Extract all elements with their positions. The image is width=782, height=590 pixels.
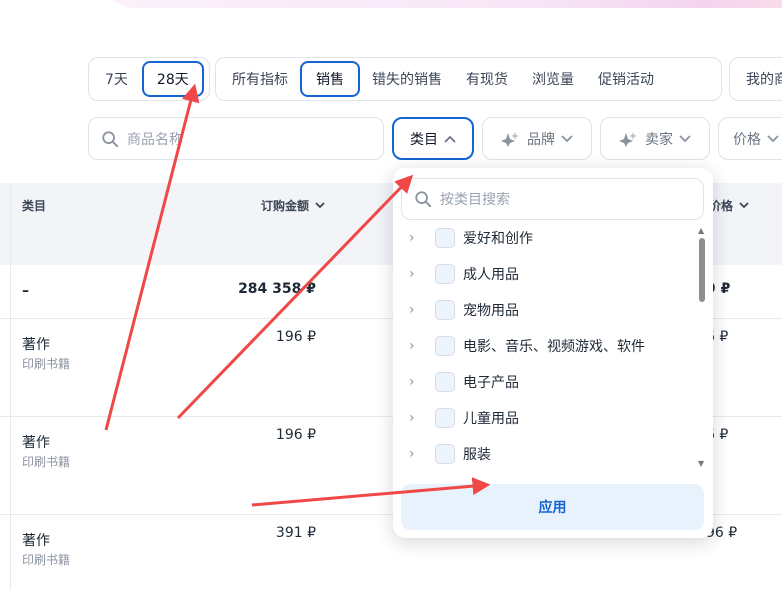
category-checkbox[interactable]: [435, 408, 455, 428]
category-option-label: 宠物用品: [463, 303, 519, 319]
total-category: –: [22, 283, 29, 299]
chevron-down-icon: [767, 134, 779, 142]
category-search-input[interactable]: 按类目搜索: [401, 178, 704, 220]
product-search-input[interactable]: 商品名称: [88, 117, 384, 160]
tab-28-days[interactable]: 28天: [141, 61, 204, 97]
row-order-amount: 391 ₽: [275, 525, 316, 541]
tab-views[interactable]: 浏览量: [520, 61, 586, 97]
chevron-right-icon[interactable]: ›: [409, 302, 421, 318]
chevron-right-icon[interactable]: ›: [409, 230, 421, 246]
row-product-category: 印刷书籍: [22, 455, 71, 469]
chevron-right-icon[interactable]: ›: [409, 374, 421, 390]
category-option[interactable]: › 儿童用品: [409, 403, 519, 433]
tab-sales[interactable]: 销售: [300, 61, 360, 97]
tab-7-days[interactable]: 7天: [93, 61, 140, 97]
top-banner: [98, 0, 782, 8]
row-product-category: 印刷书籍: [22, 553, 71, 567]
category-checkbox[interactable]: [435, 372, 455, 392]
chevron-right-icon[interactable]: ›: [409, 266, 421, 282]
chevron-right-icon[interactable]: ›: [409, 338, 421, 354]
chevron-right-icon[interactable]: ›: [409, 410, 421, 426]
category-checkbox[interactable]: [435, 336, 455, 356]
column-header-category-label: 类目: [22, 199, 47, 213]
total-order-amount: 284 358 ₽: [238, 281, 316, 297]
seller-filter-label: 卖家: [645, 131, 673, 148]
tab-promotions[interactable]: 促销活动: [586, 61, 666, 97]
row-product-name: 著作: [22, 435, 50, 451]
column-header-category: 类目: [22, 197, 46, 214]
chevron-down-icon: [739, 202, 749, 209]
price-filter-button[interactable]: 价格: [718, 117, 782, 160]
column-header-order-amount[interactable]: 订购金额: [261, 197, 325, 214]
category-search-placeholder: 按类目搜索: [440, 192, 510, 208]
seller-filter-button[interactable]: 卖家: [600, 117, 710, 160]
scroll-down-arrow-icon[interactable]: ▼: [698, 459, 704, 468]
category-option[interactable]: › 成人用品: [409, 259, 519, 289]
category-option-label: 儿童用品: [463, 411, 519, 427]
apply-button[interactable]: 应用: [401, 484, 704, 530]
chevron-down-icon: [561, 134, 573, 142]
category-checkbox[interactable]: [435, 264, 455, 284]
row-product-name: 著作: [22, 337, 50, 353]
row-product-name: 著作: [22, 533, 50, 549]
search-icon: [102, 130, 119, 147]
search-icon: [415, 191, 432, 208]
category-option-label: 爱好和创作: [463, 231, 533, 247]
category-option[interactable]: › 爱好和创作: [409, 223, 533, 253]
row-order-amount: 196 ₽: [275, 427, 316, 443]
category-checkbox[interactable]: [435, 228, 455, 248]
category-option-label: 电影、音乐、视频游戏、软件: [463, 339, 645, 355]
metric-tabs: 所有指标 销售 错失的销售 有现货 浏览量 促销活动: [215, 57, 722, 101]
sparkle-icon: [501, 131, 519, 147]
category-option[interactable]: › 电子产品: [409, 367, 519, 397]
scroll-up-arrow-icon[interactable]: ▲: [698, 226, 704, 235]
row-product-category: 印刷书籍: [22, 357, 71, 371]
category-option-label: 服装: [463, 447, 491, 463]
column-header-price[interactable]: 价格: [709, 197, 749, 214]
chevron-down-icon: [679, 134, 691, 142]
tab-missed-sales[interactable]: 错失的销售: [360, 61, 454, 97]
column-header-order-amount-label: 订购金额: [261, 199, 310, 213]
category-option[interactable]: › 服装: [409, 439, 491, 469]
category-option-label: 电子产品: [463, 375, 519, 391]
my-products-tab-group: 我的商: [729, 57, 782, 101]
brand-filter-button[interactable]: 品牌: [482, 117, 592, 160]
category-option-label: 成人用品: [463, 267, 519, 283]
price-filter-label: 价格: [733, 131, 761, 148]
sparkle-icon: [619, 131, 637, 147]
category-option[interactable]: › 电影、音乐、视频游戏、软件: [409, 331, 645, 361]
category-dropdown: 按类目搜索 › 爱好和创作 › 成人用品 › 宠物用品 › 电影、音乐、视频游戏、软件 …: [393, 168, 713, 538]
brand-filter-label: 品牌: [527, 131, 555, 148]
category-option[interactable]: › 宠物用品: [409, 295, 519, 325]
category-checkbox[interactable]: [435, 444, 455, 464]
category-filter-button[interactable]: 类目: [392, 117, 474, 160]
tab-in-stock[interactable]: 有现货: [454, 61, 520, 97]
category-checkbox[interactable]: [435, 300, 455, 320]
period-tabs: 7天 28天: [88, 57, 210, 101]
chevron-right-icon[interactable]: ›: [409, 446, 421, 462]
category-filter-label: 类目: [410, 131, 438, 148]
dropdown-scrollbar-thumb[interactable]: [699, 238, 705, 302]
search-placeholder: 商品名称: [127, 131, 183, 148]
chevron-down-icon: [315, 202, 325, 209]
row-order-amount: 196 ₽: [275, 329, 316, 345]
tab-my-products[interactable]: 我的商: [734, 61, 782, 97]
tab-all-metrics[interactable]: 所有指标: [220, 61, 300, 97]
chevron-up-icon: [444, 135, 456, 143]
